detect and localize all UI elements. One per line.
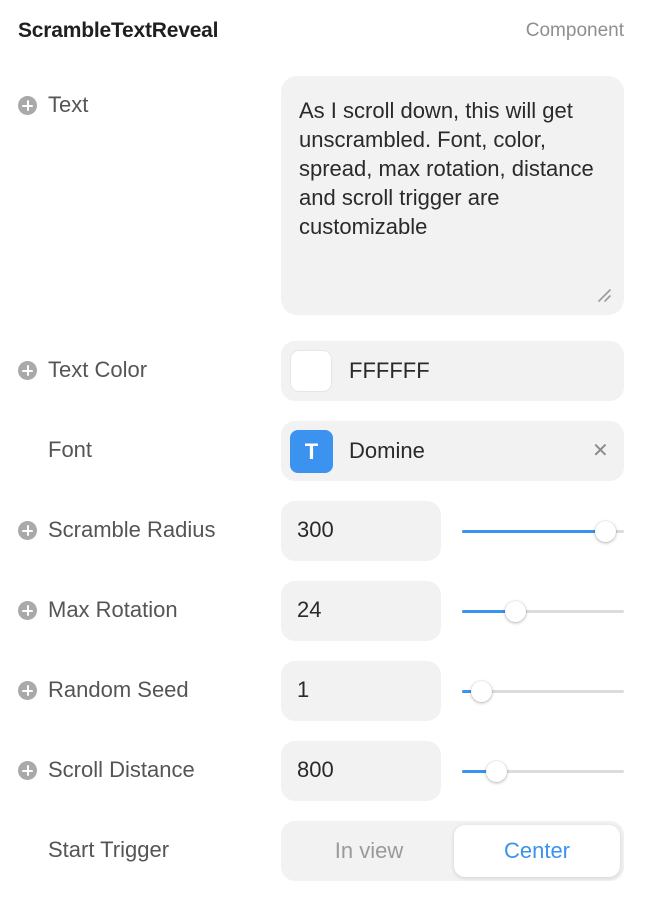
- segment-in-view[interactable]: In view: [285, 825, 453, 877]
- text-textarea[interactable]: As I scroll down, this will get unscramb…: [281, 76, 624, 315]
- max-rotation-slider[interactable]: [462, 598, 624, 624]
- random-seed-input[interactable]: 1: [281, 661, 441, 721]
- max-rotation-input[interactable]: 24: [281, 581, 441, 641]
- scroll-distance-value: 800: [297, 757, 334, 782]
- scroll-distance-label: Scroll Distance: [48, 757, 195, 782]
- slider-thumb[interactable]: [594, 520, 616, 542]
- random-seed-slider[interactable]: [462, 678, 624, 704]
- resize-handle-icon[interactable]: [596, 287, 612, 303]
- slider-thumb[interactable]: [504, 600, 526, 622]
- text-color-label: Text Color: [48, 357, 148, 382]
- scramble-radius-slider[interactable]: [462, 518, 624, 544]
- component-title: ScrambleTextReveal: [18, 19, 219, 42]
- component-type-label: Component: [525, 20, 624, 41]
- segment-center[interactable]: Center: [454, 825, 620, 877]
- font-label: Font: [48, 437, 93, 462]
- text-value: As I scroll down, this will get unscramb…: [299, 98, 594, 239]
- slider-thumb[interactable]: [470, 680, 492, 702]
- text-color-field[interactable]: FFFFFF: [281, 341, 624, 401]
- panel-header: ScrambleTextReveal Component: [18, 16, 624, 46]
- font-type-icon: T: [290, 430, 333, 473]
- font-picker[interactable]: T Domine ✕: [281, 421, 624, 481]
- scroll-distance-slider[interactable]: [462, 758, 624, 784]
- slider-thumb[interactable]: [485, 760, 507, 782]
- start-trigger-segmented-control: In view Center: [281, 821, 624, 881]
- color-swatch[interactable]: [290, 350, 332, 392]
- add-scramble-radius-variable-icon[interactable]: [18, 521, 37, 540]
- max-rotation-label: Max Rotation: [48, 597, 178, 622]
- scroll-distance-input[interactable]: 800: [281, 741, 441, 801]
- add-random-seed-variable-icon[interactable]: [18, 681, 37, 700]
- scramble-radius-value: 300: [297, 517, 334, 542]
- scramble-radius-label: Scramble Radius: [48, 517, 216, 542]
- add-text-variable-icon[interactable]: [18, 96, 37, 115]
- start-trigger-label: Start Trigger: [48, 837, 170, 862]
- close-icon[interactable]: ✕: [592, 439, 609, 463]
- scramble-radius-input[interactable]: 300: [281, 501, 441, 561]
- font-value: Domine: [349, 438, 425, 463]
- random-seed-value: 1: [297, 677, 310, 702]
- slider-fill: [462, 530, 605, 533]
- add-text-color-variable-icon[interactable]: [18, 361, 37, 380]
- add-max-rotation-variable-icon[interactable]: [18, 601, 37, 620]
- text-label: Text: [48, 92, 89, 117]
- random-seed-label: Random Seed: [48, 677, 189, 702]
- text-color-value: FFFFFF: [349, 358, 430, 383]
- max-rotation-value: 24: [297, 597, 322, 622]
- add-scroll-distance-variable-icon[interactable]: [18, 761, 37, 780]
